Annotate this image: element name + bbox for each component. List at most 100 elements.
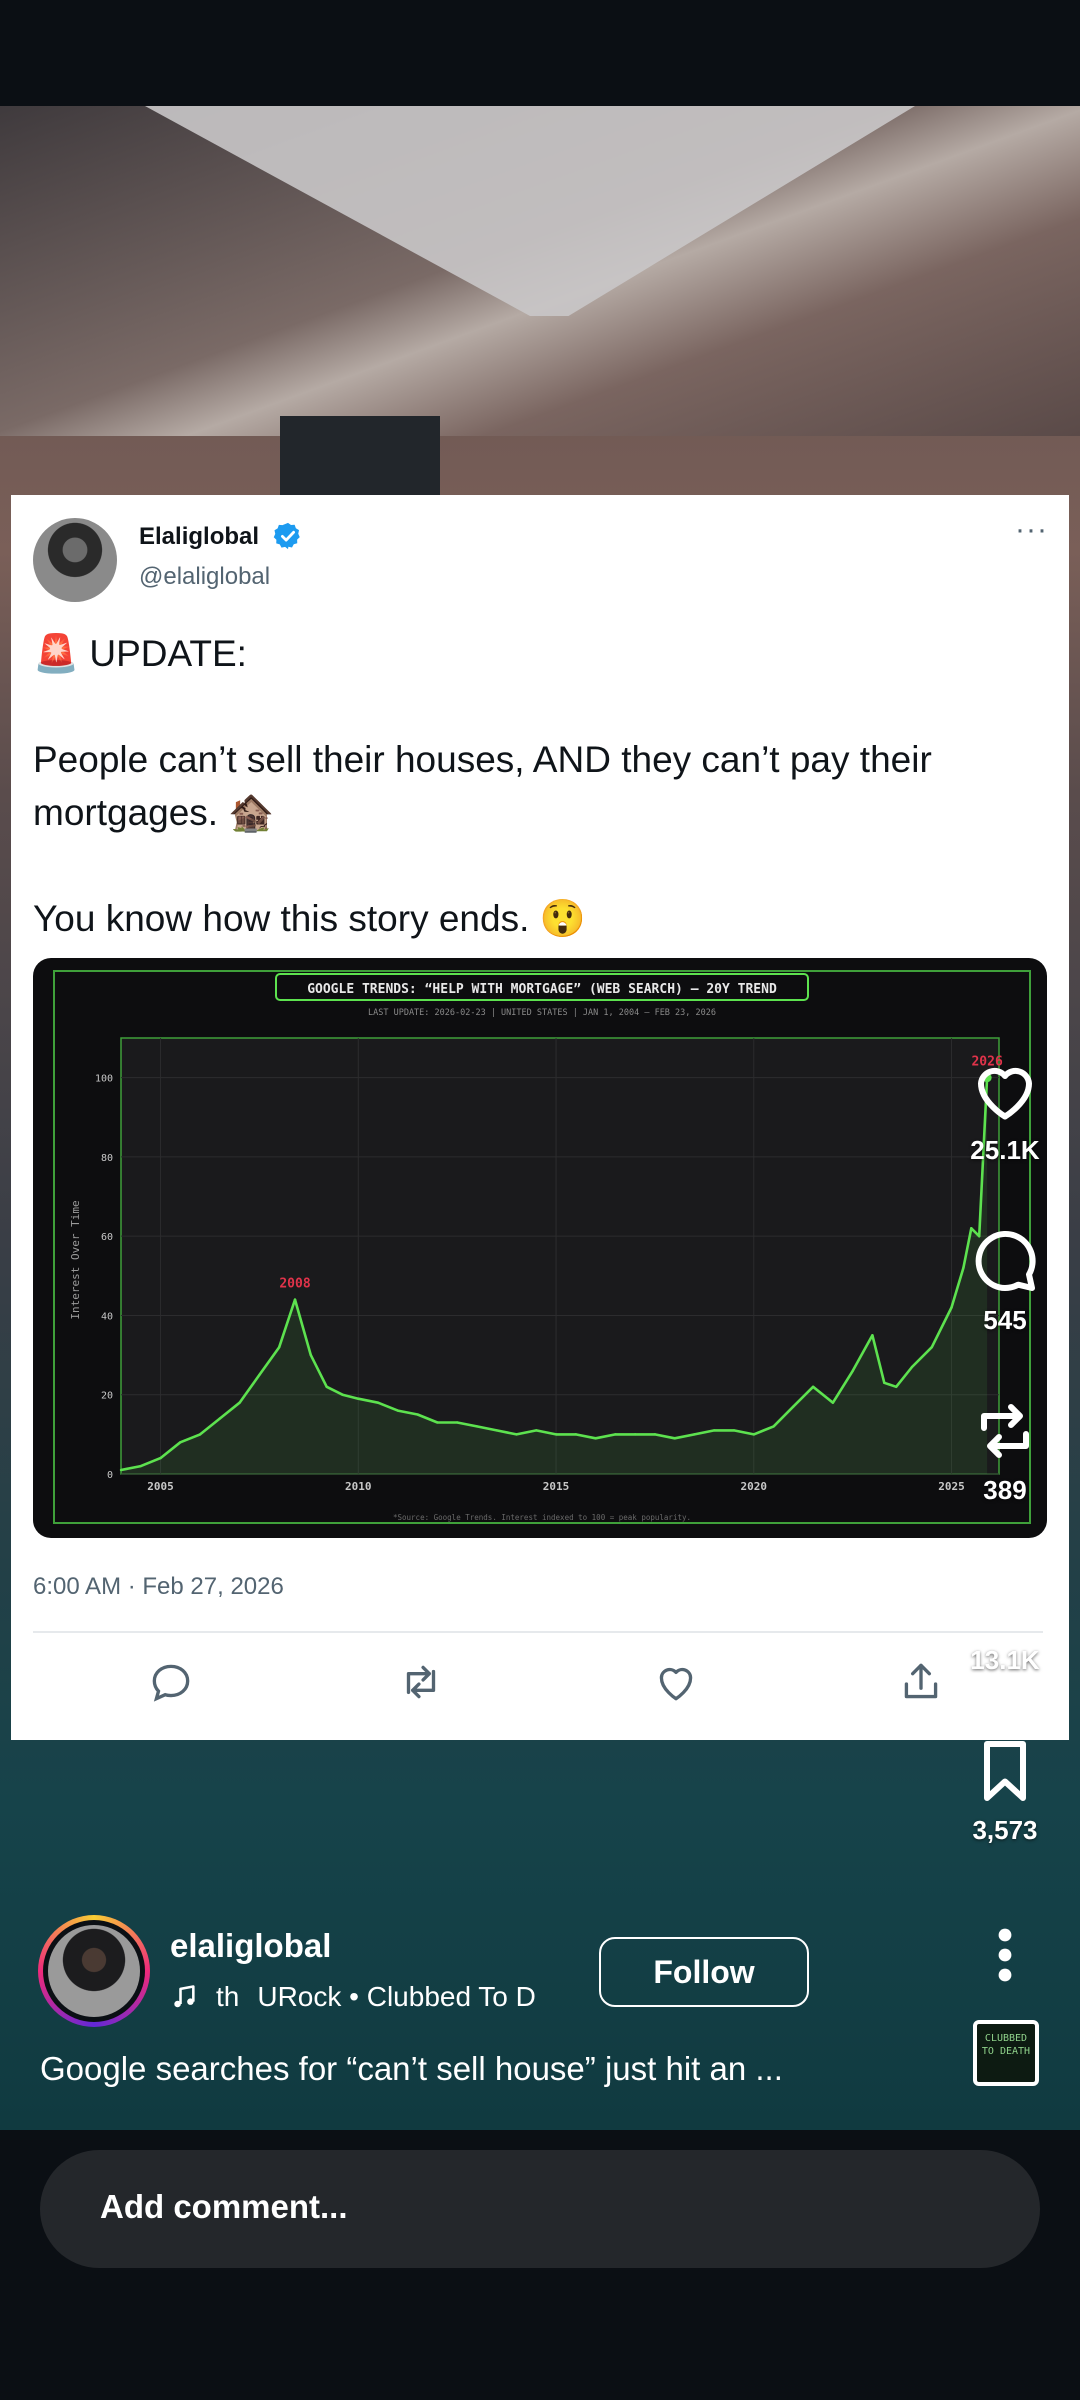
data-point bbox=[325, 1385, 328, 1388]
data-point bbox=[653, 1433, 657, 1436]
comment-placeholder: Add comment... bbox=[100, 2188, 348, 2225]
data-point bbox=[883, 1381, 886, 1385]
audio-prefix: th bbox=[216, 1981, 240, 2012]
tweet-divider bbox=[33, 1631, 1043, 1633]
chart-ylabel: Interest Over Time bbox=[69, 1200, 82, 1319]
reel-info: elaliglobal th URock • Clubbed To D Foll… bbox=[0, 1900, 1080, 2130]
like-icon[interactable] bbox=[651, 1657, 701, 1707]
chart-image: GOOGLE TRENDS: “HELP WITH MORTGAGE” (WEB… bbox=[33, 958, 1047, 1538]
data-point bbox=[910, 1365, 914, 1369]
heart-icon bbox=[978, 1067, 1032, 1120]
data-point bbox=[475, 1425, 479, 1428]
album-art[interactable]: CLUBBED TO DEATH bbox=[973, 2020, 1039, 2086]
tweet-action-bar bbox=[11, 1645, 1069, 1725]
avatar bbox=[48, 1925, 140, 2017]
data-point bbox=[119, 1468, 123, 1472]
like-count: 25.1K bbox=[970, 1135, 1040, 1165]
data-point bbox=[594, 1437, 597, 1440]
data-point bbox=[831, 1401, 835, 1404]
repost-button[interactable]: 389 bbox=[930, 1395, 1080, 1506]
x-tick-label: 2010 bbox=[345, 1480, 372, 1493]
tweet-timestamp: 6:00 AM · Feb 27, 2026 bbox=[33, 1573, 284, 1600]
data-point bbox=[535, 1429, 538, 1432]
send-icon bbox=[975, 1571, 1035, 1628]
data-point bbox=[633, 1433, 637, 1436]
comment-button[interactable]: 545 bbox=[930, 1225, 1080, 1336]
data-point bbox=[341, 1393, 344, 1396]
repost-icon bbox=[981, 1404, 1029, 1458]
chart-source: *Source: Google Trends. Interest indexed… bbox=[393, 1513, 691, 1522]
data-point bbox=[732, 1429, 736, 1432]
data-point bbox=[218, 1417, 222, 1420]
comment-count: 545 bbox=[983, 1305, 1027, 1335]
background-window bbox=[280, 416, 440, 496]
data-point bbox=[871, 1334, 874, 1337]
chart-subtitle: LAST UPDATE: 2026-02-23 | UNITED STATES … bbox=[368, 1008, 716, 1018]
data-point bbox=[772, 1425, 775, 1428]
share-count: 13.1K bbox=[970, 1645, 1040, 1675]
status-bar bbox=[0, 0, 1080, 106]
data-point bbox=[179, 1441, 182, 1444]
data-point bbox=[238, 1401, 241, 1404]
data-point bbox=[258, 1373, 261, 1377]
data-point bbox=[851, 1369, 854, 1373]
comment-icon bbox=[975, 1231, 1036, 1291]
username[interactable]: elaliglobal bbox=[170, 1927, 331, 1965]
data-point bbox=[309, 1353, 313, 1357]
annotation-label: 2008 bbox=[279, 1277, 310, 1292]
data-point bbox=[752, 1433, 755, 1436]
data-point bbox=[293, 1298, 297, 1301]
data-point bbox=[554, 1433, 558, 1436]
chart-title: GOOGLE TRENDS: “HELP WITH MORTGAGE” (WEB… bbox=[307, 982, 777, 997]
data-point bbox=[455, 1421, 459, 1424]
data-point bbox=[574, 1433, 578, 1436]
verified-badge-icon bbox=[273, 522, 300, 550]
profile-avatar[interactable] bbox=[38, 1915, 150, 2027]
y-tick-label: 80 bbox=[101, 1153, 113, 1164]
audio-track[interactable]: th URock • Clubbed To D bbox=[170, 1981, 536, 2013]
repost-count: 389 bbox=[983, 1475, 1027, 1505]
reply-icon[interactable] bbox=[146, 1657, 196, 1707]
data-point bbox=[515, 1433, 518, 1436]
save-count: 3,573 bbox=[972, 1815, 1038, 1845]
more-vertical-icon[interactable] bbox=[990, 1925, 1020, 1985]
data-point bbox=[357, 1397, 360, 1400]
tweet-text: 🚨 UPDATE: People can’t sell their houses… bbox=[33, 633, 932, 939]
send-button[interactable]: 13.1K bbox=[930, 1565, 1080, 1676]
data-point bbox=[930, 1345, 933, 1349]
x-tick-label: 2020 bbox=[741, 1480, 768, 1493]
data-point bbox=[396, 1409, 400, 1412]
y-tick-label: 40 bbox=[101, 1311, 113, 1322]
save-button[interactable]: 3,573 bbox=[930, 1735, 1080, 1846]
data-point bbox=[277, 1345, 281, 1349]
y-tick-label: 20 bbox=[101, 1391, 113, 1402]
data-point bbox=[693, 1433, 696, 1436]
data-point bbox=[713, 1429, 716, 1432]
tweet-display-name[interactable]: Elaliglobal bbox=[139, 523, 259, 551]
data-point bbox=[139, 1464, 142, 1468]
more-options-icon[interactable]: ··· bbox=[1015, 513, 1048, 547]
retweet-icon[interactable] bbox=[396, 1657, 446, 1707]
comment-input[interactable]: Add comment... bbox=[40, 2150, 1040, 2268]
data-point bbox=[673, 1437, 676, 1440]
data-point bbox=[495, 1429, 498, 1432]
y-tick-label: 0 bbox=[107, 1470, 113, 1481]
tweet-avatar[interactable] bbox=[33, 518, 117, 602]
music-note-icon bbox=[174, 1985, 195, 2008]
x-tick-label: 2005 bbox=[147, 1480, 174, 1493]
follow-button[interactable]: Follow bbox=[599, 1937, 809, 2007]
y-tick-label: 100 bbox=[95, 1074, 113, 1085]
data-point bbox=[811, 1385, 815, 1388]
data-point bbox=[376, 1401, 380, 1404]
audio-title: URock • Clubbed To D bbox=[257, 1981, 536, 2012]
data-point bbox=[614, 1433, 617, 1436]
tweet-card: Elaliglobal @elaliglobal ··· 🚨 UPDATE: P… bbox=[11, 495, 1069, 1740]
data-point bbox=[159, 1456, 162, 1460]
trend-chart: GOOGLE TRENDS: “HELP WITH MORTGAGE” (WEB… bbox=[69, 973, 1003, 1522]
tweet-handle[interactable]: @elaliglobal bbox=[139, 563, 270, 591]
y-tick-label: 60 bbox=[101, 1232, 113, 1243]
reel-caption[interactable]: Google searches for “can’t sell house” j… bbox=[40, 2050, 783, 2088]
bookmark-icon bbox=[984, 1741, 1026, 1801]
like-button[interactable]: 25.1K bbox=[930, 1055, 1080, 1166]
data-point bbox=[436, 1421, 439, 1424]
